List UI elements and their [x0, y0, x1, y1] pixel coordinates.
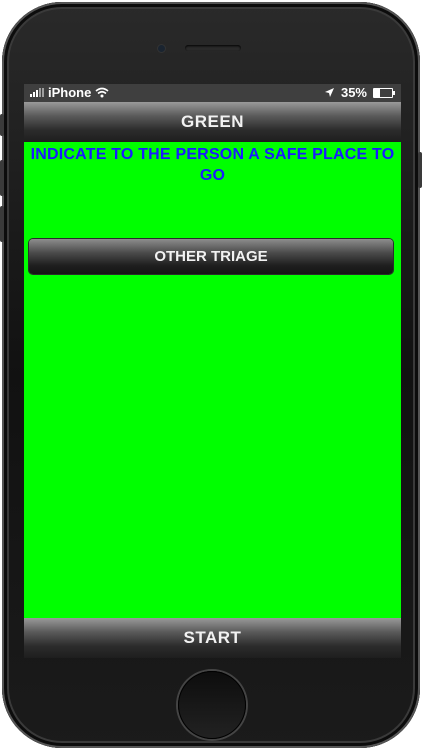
battery-icon — [373, 87, 395, 98]
app-screen: iPhone 35% GREEN INDICATE TO THE PERSON … — [24, 84, 401, 658]
start-button[interactable]: START — [24, 618, 401, 658]
phone-frame: iPhone 35% GREEN INDICATE TO THE PERSON … — [0, 2, 422, 748]
power-button — [418, 152, 422, 188]
status-bar: iPhone 35% — [24, 84, 401, 102]
location-arrow-icon — [324, 88, 334, 97]
earpiece-speaker — [185, 45, 241, 51]
carrier-label: iPhone — [48, 85, 92, 100]
volume-down-button — [0, 206, 4, 242]
volume-up-button — [0, 160, 4, 196]
front-camera — [158, 45, 165, 52]
other-triage-button[interactable]: OTHER TRIAGE — [29, 239, 393, 274]
signal-icon — [30, 88, 44, 97]
instruction-text: INDICATE TO THE PERSON A SAFE PLACE TO G… — [30, 146, 395, 184]
battery-percent: 35% — [340, 85, 367, 100]
wifi-icon — [95, 87, 109, 98]
nav-bar: GREEN — [24, 102, 401, 142]
mute-switch — [0, 114, 4, 136]
home-button[interactable] — [178, 671, 246, 739]
page-title: GREEN — [181, 112, 244, 131]
